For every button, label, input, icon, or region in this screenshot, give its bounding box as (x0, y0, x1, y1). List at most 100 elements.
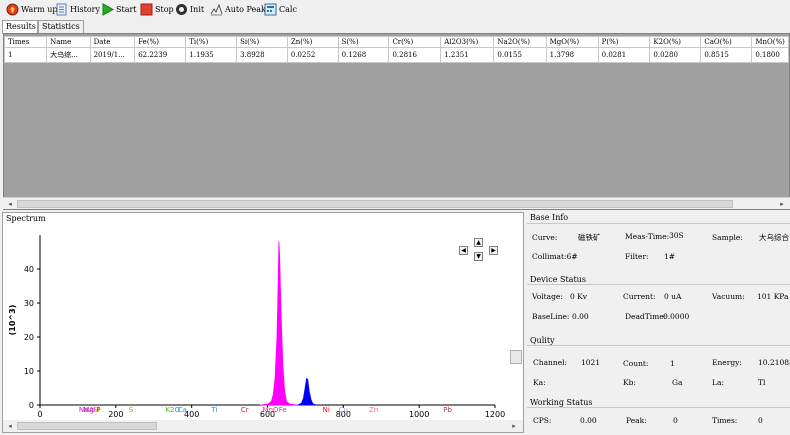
col-header[interactable]: K2O(%) (649, 36, 702, 48)
scroll-left-icon[interactable]: ◂ (5, 421, 15, 431)
peak-label: Peak: (626, 416, 647, 425)
table-cell[interactable]: 1.1935 (185, 47, 238, 63)
table-cell[interactable]: 大乌综... (46, 47, 91, 63)
results-header-row: Times Name Date Fe(%) Ti(%) Si(%) Zn(%) … (4, 36, 789, 48)
nav-down-button[interactable]: ▼ (474, 252, 483, 261)
table-cell[interactable]: 3.8928 (236, 47, 288, 63)
energy-value: 10.21085 (758, 358, 790, 367)
divider (527, 345, 790, 346)
scroll-thumb[interactable] (17, 200, 733, 208)
app-window: Warm up History Start Stop Init Auto Pea… (0, 0, 790, 435)
warmup-icon (6, 3, 19, 16)
count-value: 1 (670, 359, 675, 368)
init-button[interactable]: Init (175, 1, 204, 17)
scroll-left-icon[interactable]: ◂ (5, 199, 15, 209)
col-header[interactable]: Fe(%) (134, 36, 187, 48)
y-tick-label: 40 (24, 265, 34, 274)
baseline-label: BaseLine: (532, 312, 570, 321)
col-header[interactable]: MnO(%) (751, 36, 789, 48)
ka-label: Ka: (533, 378, 546, 387)
nav-right-button[interactable]: ▶ (489, 246, 498, 255)
element-marker: MnO (263, 406, 279, 414)
voltage-value: 0 Kv (570, 292, 587, 301)
col-header[interactable]: MgO(%) (545, 36, 599, 48)
table-cell[interactable]: 0.0155 (493, 47, 547, 63)
curve-value: 磁铁矿 (578, 233, 601, 242)
results-table: Times Name Date Fe(%) Ti(%) Si(%) Zn(%) … (4, 36, 789, 63)
col-header[interactable]: Na2O(%) (493, 36, 547, 48)
results-grid: Times Name Date Fe(%) Ti(%) Si(%) Zn(%) … (3, 33, 790, 210)
spectrum-vertical-scrollbar[interactable] (510, 350, 522, 364)
results-horizontal-scrollbar[interactable]: ◂ ▸ (3, 197, 790, 209)
scroll-right-icon[interactable]: ▸ (509, 421, 519, 431)
table-row[interactable]: 1 大乌综... 2019/1... 62.2239 1.1935 3.8928… (4, 47, 789, 63)
quality-title: Qulity (530, 336, 555, 345)
stop-label: Stop (155, 4, 174, 14)
table-cell[interactable]: 0.1800 (751, 47, 789, 63)
table-cell[interactable]: 2019/1... (89, 47, 136, 63)
col-header[interactable]: Times (4, 36, 48, 48)
play-icon (101, 2, 115, 16)
autopeak-button[interactable]: Auto Peak (210, 1, 266, 17)
x-tick-label: 0 (37, 410, 42, 419)
element-marker: P (96, 406, 100, 414)
history-button[interactable]: History (55, 1, 100, 17)
table-cell[interactable]: 1.3798 (545, 47, 599, 63)
table-cell[interactable]: 62.2239 (134, 47, 187, 63)
table-cell[interactable]: 0.1268 (337, 47, 390, 63)
divider (527, 284, 790, 285)
energy-label: Energy: (712, 358, 742, 367)
tab-statistics[interactable]: Statistics (38, 20, 84, 33)
col-header[interactable]: Ti(%) (185, 36, 238, 48)
col-header[interactable]: Al2O3(%) (440, 36, 495, 48)
scroll-thumb[interactable] (17, 422, 157, 430)
meas-time-value: 30S (669, 231, 684, 240)
col-header[interactable]: Name (46, 36, 91, 48)
calc-icon (264, 3, 277, 16)
cps-value: 0.00 (580, 416, 597, 425)
scroll-right-icon[interactable]: ▸ (777, 199, 787, 209)
collimator-value: Collimat:6# (532, 252, 578, 261)
table-cell[interactable]: 0.0280 (649, 47, 702, 63)
init-icon (175, 3, 188, 16)
col-header[interactable]: CaO(%) (700, 36, 753, 48)
col-header[interactable]: Zn(%) (286, 36, 339, 48)
stop-button[interactable]: Stop (140, 1, 174, 17)
current-label: Current: (623, 292, 656, 301)
autopeak-icon (210, 3, 223, 16)
table-cell[interactable]: 1 (4, 47, 48, 63)
col-header[interactable]: P(%) (597, 36, 651, 48)
deadtime-label: DeadTime: (625, 312, 667, 321)
element-marker: S (129, 406, 134, 414)
cps-label: CPS: (533, 416, 552, 425)
tab-results[interactable]: Results (2, 20, 38, 34)
table-cell[interactable]: 0.8515 (700, 47, 753, 63)
nav-up-button[interactable]: ▲ (474, 238, 483, 247)
table-cell[interactable]: 0.0281 (597, 47, 651, 63)
col-header[interactable]: S(%) (337, 36, 390, 48)
sample-label: Sample: (712, 233, 743, 242)
spectrum-horizontal-scrollbar[interactable]: ◂ ▸ (3, 420, 523, 432)
start-label: Start (116, 4, 137, 14)
y-tick-label: 10 (24, 367, 34, 376)
start-button[interactable]: Start (101, 1, 137, 17)
table-cell[interactable]: 0.0252 (286, 47, 339, 63)
calc-button[interactable]: Calc (264, 1, 297, 17)
col-header[interactable]: Date (89, 36, 136, 48)
col-header[interactable]: Si(%) (236, 36, 288, 48)
calc-label: Calc (279, 4, 297, 14)
current-value: 0 uA (664, 292, 682, 301)
col-header[interactable]: Cr(%) (388, 36, 442, 48)
kb-value: Ga (672, 378, 683, 387)
la-value: Tl (758, 378, 766, 387)
element-marker: Ni (323, 406, 330, 414)
table-cell[interactable]: 1.2351 (440, 47, 495, 63)
warmup-button[interactable]: Warm up (6, 1, 58, 17)
baseline-value: 0.00 (572, 312, 589, 321)
nav-left-button[interactable]: ◀ (459, 246, 468, 255)
y-tick-label: 30 (24, 299, 34, 308)
spectrum-chart[interactable]: 0102030400 200 400 600 800 1000 1200(10^3) NaM… (3, 225, 513, 421)
table-cell[interactable]: 0.2816 (388, 47, 442, 63)
channel-label: Channel: (533, 358, 568, 367)
spectrum-peak-0 (259, 241, 298, 406)
